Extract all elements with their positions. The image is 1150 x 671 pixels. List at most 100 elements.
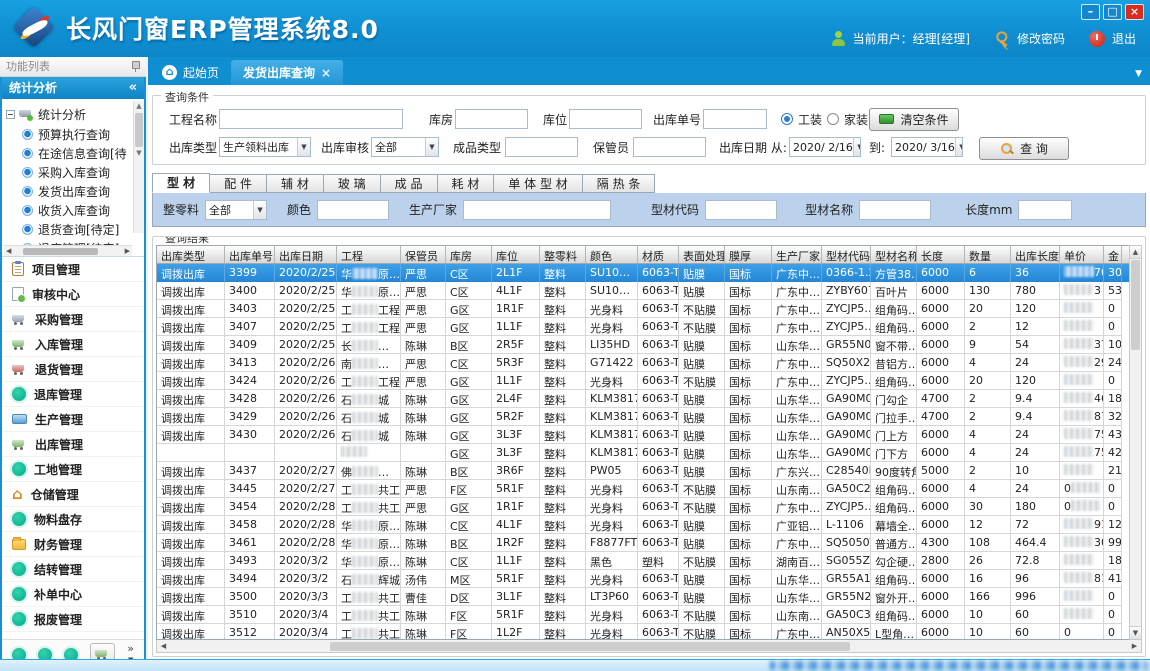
collapse-icon[interactable]: « — [129, 77, 137, 99]
change-password-link[interactable]: 修改密码 — [1017, 30, 1065, 47]
table-row[interactable]: 调拨出库34612020/2/28华原…陈琳B区1R2F整料F8877FT606… — [157, 534, 1129, 552]
column-header-金[interactable]: 金 — [1104, 246, 1122, 263]
close-button[interactable]: × — [1125, 4, 1144, 20]
horizontal-scroll-thumb[interactable] — [330, 642, 850, 651]
sidebar-item-退货管理[interactable]: 退货管理 — [2, 357, 144, 382]
column-header-表面处理[interactable]: 表面处理 — [679, 246, 725, 263]
tree-item-发货出库查询[interactable]: 发货出库查询 — [6, 182, 142, 201]
maximize-button[interactable]: □ — [1103, 4, 1122, 20]
vertical-scroll-thumb[interactable] — [1131, 260, 1140, 350]
table-row[interactable]: 调拨出库34582020/2/28华原…陈琳C区4L1F整料光身料6063-T5… — [157, 516, 1129, 534]
grid-horizontal-scrollbar[interactable]: ◀ ▶ — [156, 640, 1142, 653]
sidebar-item-结转管理[interactable]: 结转管理 — [2, 557, 144, 582]
pin-icon[interactable] — [131, 61, 140, 72]
tree-item-退货查询[待定][interactable]: 退货查询[待定] — [6, 220, 142, 239]
outbound-type-select[interactable]: 生产领料出库▼ — [219, 137, 311, 157]
location-input[interactable] — [569, 109, 642, 129]
table-row[interactable]: G区3L3F整料KLM38176063-T5贴膜国标山东华…GA90M09.门下… — [157, 444, 1129, 462]
column-header-出库类型[interactable]: 出库类型 — [157, 246, 225, 263]
warehouse-input[interactable] — [455, 109, 528, 129]
audit-select[interactable]: 全部▼ — [371, 137, 439, 157]
table-row[interactable]: 调拨出库34372020/2/27佛…陈琳B区3R6F整料PW056063-T5… — [157, 462, 1129, 480]
sidebar-item-财务管理[interactable]: 财务管理 — [2, 532, 144, 557]
tree-expander-icon[interactable] — [6, 110, 15, 119]
column-header-生产厂家[interactable]: 生产厂家 — [772, 246, 822, 263]
table-row[interactable]: 调拨出库35002020/3/3工共工程曹佳D区3L1F整料LT3P606063… — [157, 588, 1129, 606]
table-row[interactable]: 调拨出库34942020/3/2石辉城汤伟M区5R1F整料光身料6063-T5贴… — [157, 570, 1129, 588]
project-name-input[interactable] — [219, 109, 403, 129]
table-row[interactable]: 调拨出库34092020/2/25长…陈琳B区2R5F整料LI35HD6063-… — [157, 336, 1129, 354]
order-no-input[interactable] — [703, 109, 767, 129]
sidebar-item-生产管理[interactable]: 生产管理 — [2, 407, 144, 432]
tab-发货出库查询[interactable]: 发货出库查询× — [231, 60, 343, 85]
table-row[interactable]: 调拨出库34002020/2/25华原…严思C区4L1F整料SU10…6063-… — [157, 282, 1129, 300]
tree-vertical-scrollbar[interactable]: ▲▼ — [133, 101, 144, 233]
column-header-单价[interactable]: 单价 — [1060, 246, 1104, 263]
length-input[interactable] — [1018, 200, 1072, 220]
material-tab-玻璃[interactable]: 玻 璃 — [324, 174, 381, 193]
table-row[interactable]: 调拨出库34932020/3/2华原…陈琳C区1L1F整料黑色塑料不贴膜国标湖南… — [157, 552, 1129, 570]
date-to-select[interactable]: 2020/ 3/16▼ — [891, 137, 963, 157]
column-header-出库日期[interactable]: 出库日期 — [275, 246, 337, 263]
sidebar-item-仓储管理[interactable]: ⌂仓储管理 — [2, 482, 144, 507]
radio-工装[interactable] — [781, 113, 793, 125]
manufacturer-input[interactable] — [463, 200, 611, 220]
clear-conditions-button[interactable]: 清空条件 — [869, 108, 959, 131]
column-header-库位[interactable]: 库位 — [492, 246, 540, 263]
product-type-input[interactable] — [505, 137, 578, 157]
logout-link[interactable]: 退出 — [1112, 30, 1136, 47]
date-from-select[interactable]: 2020/ 2/16▼ — [789, 137, 861, 157]
tab-overflow-icon[interactable]: ▼ — [1135, 69, 1142, 79]
radio-家装[interactable] — [827, 113, 839, 125]
sidebar-item-补单中心[interactable]: 补单中心 — [2, 582, 144, 607]
tab-起始页[interactable]: ⌂起始页 — [150, 60, 231, 85]
column-header-工程[interactable]: 工程 — [337, 246, 401, 263]
column-header-长度[interactable]: 长度 — [917, 246, 965, 263]
column-header-颜色[interactable]: 颜色 — [586, 246, 638, 263]
column-header-出库单号[interactable]: 出库单号 — [225, 246, 275, 263]
color-input[interactable] — [317, 200, 389, 220]
material-tab-配件[interactable]: 配 件 — [210, 174, 267, 193]
table-row[interactable]: 调拨出库35122020/3/4工共工程陈琳F区1L2F整料光身料6063-T5… — [157, 624, 1129, 639]
scroll-down-icon[interactable]: ▼ — [1130, 626, 1141, 639]
sidebar-item-入库管理[interactable]: 入库管理 — [2, 332, 144, 357]
material-tab-辅材[interactable]: 辅 材 — [267, 174, 324, 193]
sidebar-item-物料盘存[interactable]: 物料盘存 — [2, 507, 144, 532]
scroll-left-icon[interactable]: ◀ — [157, 642, 170, 650]
sidebar-item-项目管理[interactable]: 项目管理 — [2, 257, 144, 282]
table-row[interactable]: 调拨出库34032020/2/25工工程严思G区1R1F整料光身料6063-T5… — [157, 300, 1129, 318]
sidebar-item-采购管理[interactable]: 采购管理 — [2, 307, 144, 332]
tree-item-在途信息查询[待[interactable]: 在途信息查询[待 — [6, 144, 142, 163]
material-tab-成品[interactable]: 成 品 — [381, 174, 438, 193]
table-row[interactable]: 调拨出库35102020/3/4工共工程陈琳F区5R1F整料光身料6063-T5… — [157, 606, 1129, 624]
column-header-数量[interactable]: 数量 — [965, 246, 1011, 263]
material-tab-隔热条[interactable]: 隔 热 条 — [583, 174, 656, 193]
profile-name-input[interactable] — [859, 200, 931, 220]
table-row[interactable]: 调拨出库34242020/2/26工工程严思G区1L1F整料光身料6063-T5… — [157, 372, 1129, 390]
table-row[interactable]: 调拨出库34542020/2/28工共工程严思G区1R1F整料光身料6063-T… — [157, 498, 1129, 516]
keeper-input[interactable] — [633, 137, 706, 157]
table-row[interactable]: 调拨出库34292020/2/26石城陈琳G区5R2F整料KLM38176063… — [157, 408, 1129, 426]
table-row[interactable]: 调拨出库34302020/2/26石城陈琳G区3L3F整料KLM38176063… — [157, 426, 1129, 444]
minimize-button[interactable]: – — [1081, 4, 1100, 20]
column-header-膜厚[interactable]: 膜厚 — [725, 246, 772, 263]
sidebar-item-出库管理[interactable]: 出库管理 — [2, 432, 144, 457]
search-button[interactable]: 查 询 — [979, 137, 1069, 160]
material-tab-耗材[interactable]: 耗 材 — [438, 174, 495, 193]
grid-vertical-scrollbar[interactable]: ▲ ▼ — [1129, 245, 1142, 640]
column-header-型材代码[interactable]: 型材代码 — [822, 246, 871, 263]
column-header-出库长度[interactable]: 出库长度 — [1011, 246, 1060, 263]
column-header-整零料[interactable]: 整零料 — [540, 246, 586, 263]
table-row[interactable]: 调拨出库33992020/2/25华原…严思C区2L1F整料SU10…6063-… — [157, 264, 1129, 282]
whole-part-select[interactable]: 全部▼ — [205, 200, 267, 220]
scroll-right-icon[interactable]: ▶ — [1128, 642, 1141, 650]
material-tab-型材[interactable]: 型 材 — [152, 173, 210, 193]
profile-code-input[interactable] — [705, 200, 777, 220]
tree-item-采购入库查询[interactable]: 采购入库查询 — [6, 163, 142, 182]
column-header-材质[interactable]: 材质 — [638, 246, 679, 263]
tab-close-icon[interactable]: × — [321, 66, 331, 80]
sidebar-item-工地管理[interactable]: 工地管理 — [2, 457, 144, 482]
table-row[interactable]: 调拨出库34132020/2/26南…严思C区5R3F整料G714226063-… — [157, 354, 1129, 372]
tree-item-预算执行查询[interactable]: 预算执行查询 — [6, 125, 142, 144]
column-header-型材名称[interactable]: 型材名称 — [871, 246, 917, 263]
